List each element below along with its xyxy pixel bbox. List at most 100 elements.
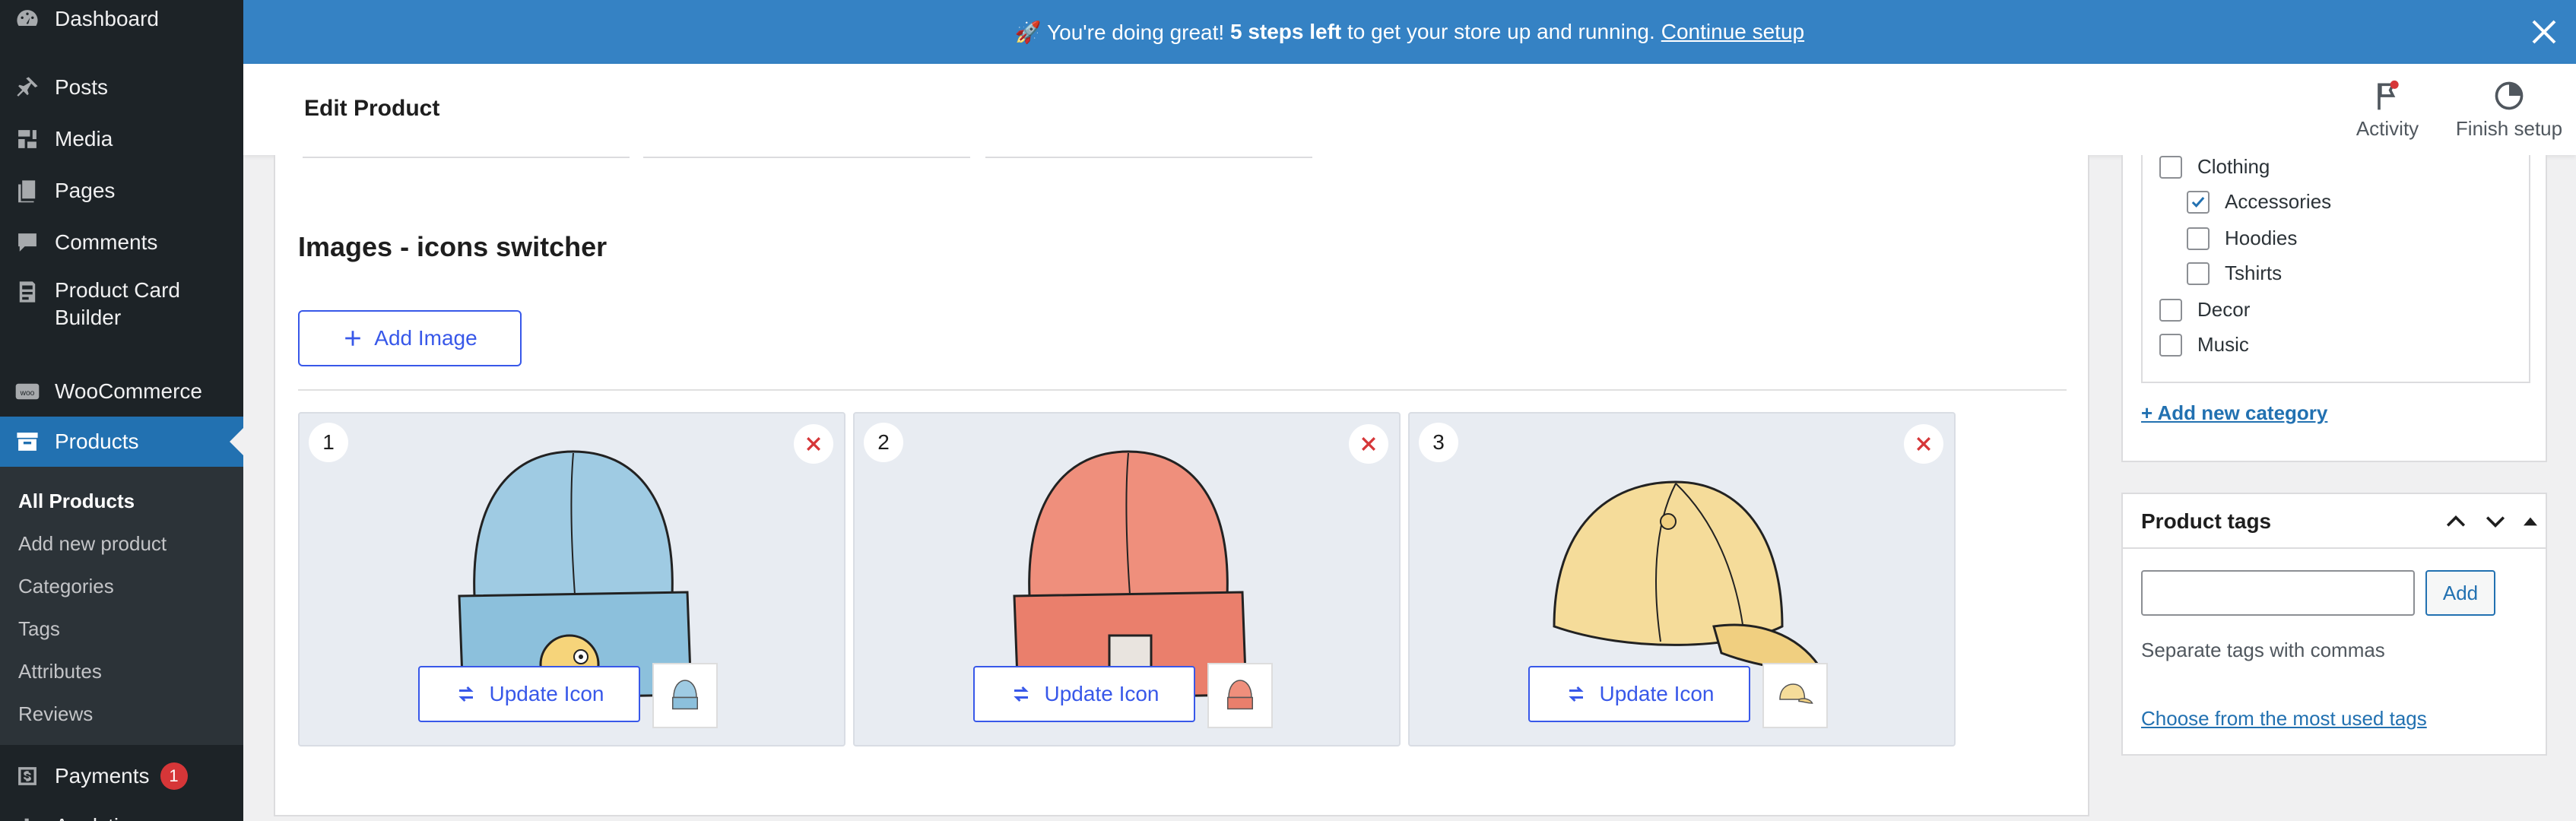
sidebar-item-label: WooCommerce: [55, 379, 202, 403]
media-icon: [12, 124, 43, 154]
sidebar-item-label: Analytics: [55, 814, 140, 821]
notice-steps-left: 5 steps left: [1229, 20, 1342, 43]
add-image-button[interactable]: Add Image: [298, 310, 522, 366]
checkbox[interactable]: [2187, 227, 2210, 250]
sidebar-item-products[interactable]: Products: [0, 417, 243, 467]
icon-thumbnail: [1207, 663, 1273, 728]
sidebar-item-label: Products: [55, 430, 139, 453]
collapse-toggle-icon[interactable]: [2517, 508, 2544, 535]
products-submenu: All Products Add new product Categories …: [0, 467, 243, 745]
continue-setup-link[interactable]: Continue setup: [1661, 20, 1804, 44]
checkbox[interactable]: [2187, 262, 2210, 285]
image-card-3[interactable]: 3 Update Icon: [1408, 412, 1956, 747]
chevron-down-icon[interactable]: [2482, 508, 2509, 535]
checkbox[interactable]: [2159, 155, 2182, 179]
red-beanie-thumb: [1227, 680, 1253, 710]
category-label: Decor: [2197, 298, 2251, 321]
tag-input[interactable]: [2141, 570, 2415, 616]
sidebar-item-posts[interactable]: Posts: [0, 68, 243, 106]
checkbox[interactable]: [2159, 333, 2182, 357]
icon-thumbnail: [652, 663, 718, 728]
sidebar-item-label: Product Card Builder: [55, 278, 180, 329]
card-number: 1: [309, 423, 348, 462]
icon-thumbnail: [1762, 663, 1828, 728]
activity-label: Activity: [2356, 117, 2419, 140]
submenu-all-products[interactable]: All Products: [18, 490, 135, 513]
payments-icon: [12, 761, 43, 791]
payments-count-badge: 1: [160, 762, 188, 790]
image-card-1[interactable]: 1 Update Icon: [298, 412, 845, 747]
sidebar-item-woocommerce[interactable]: woo WooCommerce: [0, 372, 243, 410]
update-icon: [1568, 686, 1584, 702]
card-number: 2: [864, 423, 903, 462]
notice-text-middle: to get your store up and running.: [1341, 20, 1655, 43]
tab-edge: [643, 155, 970, 158]
remove-image-button[interactable]: [794, 424, 833, 464]
update-icon-label: Update Icon: [489, 682, 604, 705]
close-icon[interactable]: [2529, 17, 2559, 47]
product-categories-panel: Clothing Accessories Hoodies Tshirts Dec…: [2121, 155, 2547, 462]
close-icon: [1917, 437, 1930, 451]
sidebar-item-pages[interactable]: Pages: [0, 172, 243, 210]
add-new-category-link[interactable]: + Add new category: [2141, 401, 2327, 425]
update-icon-button[interactable]: Update Icon: [1528, 666, 1750, 722]
sidebar-item-comments[interactable]: Comments: [0, 223, 243, 262]
category-hoodies[interactable]: Hoodies: [2187, 227, 2297, 250]
sidebar-item-label: Dashboard: [55, 7, 159, 30]
page-builder-icon: [12, 277, 43, 307]
remove-image-button[interactable]: [1904, 424, 1943, 464]
choose-most-used-tags-link[interactable]: Choose from the most used tags: [2141, 707, 2427, 731]
submenu-attributes[interactable]: Attributes: [18, 660, 102, 683]
comment-icon: [12, 227, 43, 258]
pages-icon: [12, 176, 43, 206]
card-number: 3: [1419, 423, 1458, 462]
checkmark-icon: [2191, 196, 2205, 208]
submenu-add-new-product[interactable]: Add new product: [18, 532, 167, 556]
sidebar-item-media[interactable]: Media: [0, 120, 243, 158]
category-accessories[interactable]: Accessories: [2187, 190, 2331, 214]
tags-panel-title: Product tags: [2141, 509, 2272, 533]
sidebar-item-analytics[interactable]: Analytics: [0, 807, 243, 821]
current-indicator: [230, 428, 243, 455]
sidebar-item-product-card-builder[interactable]: Product Card Builder: [0, 277, 243, 345]
checkbox[interactable]: [2159, 298, 2182, 322]
activity-button[interactable]: Activity: [2342, 79, 2433, 143]
admin-sidebar: Dashboard Posts Media Pages Comments Pro…: [0, 0, 243, 821]
close-icon: [807, 437, 820, 451]
category-clothing[interactable]: Clothing: [2159, 155, 2270, 179]
category-label: Clothing: [2197, 155, 2270, 178]
notice-text-prefix: 🚀 You're doing great!: [1014, 20, 1230, 44]
category-label: Tshirts: [2225, 262, 2283, 284]
finish-setup-button[interactable]: Finish setup: [2448, 79, 2570, 143]
section-title: Images - icons switcher: [298, 231, 608, 262]
divider: [298, 389, 2067, 391]
archive-icon: [12, 426, 43, 457]
add-image-label: Add Image: [374, 326, 477, 350]
submenu-reviews[interactable]: Reviews: [18, 702, 93, 726]
sidebar-item-label: Posts: [55, 75, 109, 99]
finish-setup-label: Finish setup: [2455, 117, 2563, 140]
category-tshirts[interactable]: Tshirts: [2187, 262, 2282, 285]
chevron-up-icon[interactable]: [2442, 508, 2470, 535]
update-icon-button[interactable]: Update Icon: [418, 666, 640, 722]
update-icon-label: Update Icon: [1599, 682, 1715, 705]
submenu-tags[interactable]: Tags: [18, 617, 60, 641]
pin-icon: [12, 72, 43, 103]
flag-icon: [2378, 80, 2399, 110]
category-decor[interactable]: Decor: [2159, 298, 2250, 322]
tab-edge: [985, 155, 1312, 158]
sidebar-item-dashboard[interactable]: Dashboard: [0, 0, 243, 38]
category-music[interactable]: Music: [2159, 333, 2249, 357]
yellow-cap-thumb: [1779, 683, 1813, 704]
icons-switcher-panel: Images - icons switcher Add Image 1 Upda…: [274, 155, 2089, 816]
submenu-categories[interactable]: Categories: [18, 575, 114, 598]
image-card-2[interactable]: 2 Update Icon: [853, 412, 1401, 747]
remove-image-button[interactable]: [1349, 424, 1388, 464]
sidebar-item-payments[interactable]: Payments 1: [0, 757, 243, 795]
checkbox-checked[interactable]: [2187, 190, 2210, 214]
update-icon-button[interactable]: Update Icon: [973, 666, 1195, 722]
sidebar-item-label: Payments: [55, 764, 150, 788]
svg-text:woo: woo: [20, 389, 35, 398]
add-tag-button[interactable]: Add: [2425, 570, 2495, 616]
category-checklist: Clothing Accessories Hoodies Tshirts Dec…: [2141, 155, 2530, 383]
